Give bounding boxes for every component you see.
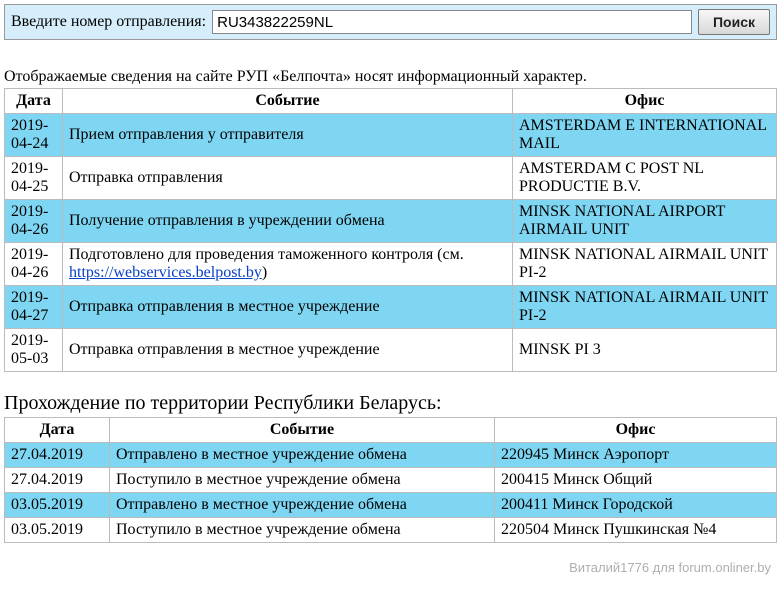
cell-date: 03.05.2019 [5, 518, 110, 543]
table-row: 2019-04-27Отправка отправления в местное… [5, 286, 777, 329]
cell-office: AMSTERDAM C POST NL PRODUCTIE B.V. [513, 157, 777, 200]
cell-event: Отправлено в местное учреждение обмена [110, 493, 495, 518]
cell-office: MINSK NATIONAL AIRMAIL UNIT PI-2 [513, 286, 777, 329]
cell-office: 200411 Минск Городской [495, 493, 777, 518]
search-button[interactable]: Поиск [698, 9, 770, 35]
cell-date: 2019-04-24 [5, 114, 63, 157]
tracking-events-table: Дата Событие Офис 2019-04-24Прием отправ… [4, 88, 777, 372]
cell-event: Прием отправления у отправителя [63, 114, 513, 157]
table-header-row: Дата Событие Офис [5, 89, 777, 114]
col-office: Офис [495, 418, 777, 443]
table-row: 2019-04-24Прием отправления у отправител… [5, 114, 777, 157]
section-title-belarus: Прохождение по территории Республики Бел… [4, 392, 777, 415]
table-row: 03.05.2019Отправлено в местное учреждени… [5, 493, 777, 518]
cell-office: AMSTERDAM E INTERNATIONAL MAIL [513, 114, 777, 157]
table-row: 27.04.2019Поступило в местное учреждение… [5, 468, 777, 493]
search-bar: Введите номер отправления: Поиск [4, 4, 777, 40]
cell-event: Поступило в местное учреждение обмена [110, 468, 495, 493]
table-row: 2019-04-26Подготовлено для проведения та… [5, 243, 777, 286]
col-event: Событие [63, 89, 513, 114]
table-header-row: Дата Событие Офис [5, 418, 777, 443]
event-link[interactable]: https://webservices.belpost.by [69, 264, 262, 281]
cell-date: 2019-04-27 [5, 286, 63, 329]
cell-event: Поступило в местное учреждение обмена [110, 518, 495, 543]
belarus-route-table: Дата Событие Офис 27.04.2019Отправлено в… [4, 417, 777, 543]
cell-event: Отправка отправления [63, 157, 513, 200]
cell-office: MINSK NATIONAL AIRMAIL UNIT PI-2 [513, 243, 777, 286]
cell-date: 03.05.2019 [5, 493, 110, 518]
cell-date: 2019-04-26 [5, 200, 63, 243]
cell-event: Подготовлено для проведения таможенного … [63, 243, 513, 286]
watermark: Виталий1776 для forum.onliner.by [569, 560, 771, 575]
info-line: Отображаемые сведения на сайте РУП «Белп… [4, 68, 777, 86]
cell-office: MINSK NATIONAL AIRPORT AIRMAIL UNIT [513, 200, 777, 243]
cell-event: Отправка отправления в местное учреждени… [63, 329, 513, 372]
table-row: 03.05.2019Поступило в местное учреждение… [5, 518, 777, 543]
col-event: Событие [110, 418, 495, 443]
cell-office: 220504 Минск Пушкинская №4 [495, 518, 777, 543]
table-row: 2019-04-26Получение отправления в учрежд… [5, 200, 777, 243]
cell-date: 27.04.2019 [5, 443, 110, 468]
search-label: Введите номер отправления: [11, 13, 206, 31]
cell-event: Отправка отправления в местное учреждени… [63, 286, 513, 329]
col-date: Дата [5, 418, 110, 443]
cell-date: 2019-05-03 [5, 329, 63, 372]
table-row: 2019-04-25Отправка отправленияAMSTERDAM … [5, 157, 777, 200]
cell-date: 27.04.2019 [5, 468, 110, 493]
tracking-input[interactable] [212, 10, 692, 34]
cell-event: Получение отправления в учреждении обмен… [63, 200, 513, 243]
cell-date: 2019-04-26 [5, 243, 63, 286]
table-row: 27.04.2019Отправлено в местное учреждени… [5, 443, 777, 468]
cell-office: MINSK PI 3 [513, 329, 777, 372]
cell-event: Отправлено в местное учреждение обмена [110, 443, 495, 468]
cell-office: 220945 Минск Аэропорт [495, 443, 777, 468]
cell-office: 200415 Минск Общий [495, 468, 777, 493]
col-date: Дата [5, 89, 63, 114]
table-row: 2019-05-03Отправка отправления в местное… [5, 329, 777, 372]
cell-date: 2019-04-25 [5, 157, 63, 200]
col-office: Офис [513, 89, 777, 114]
